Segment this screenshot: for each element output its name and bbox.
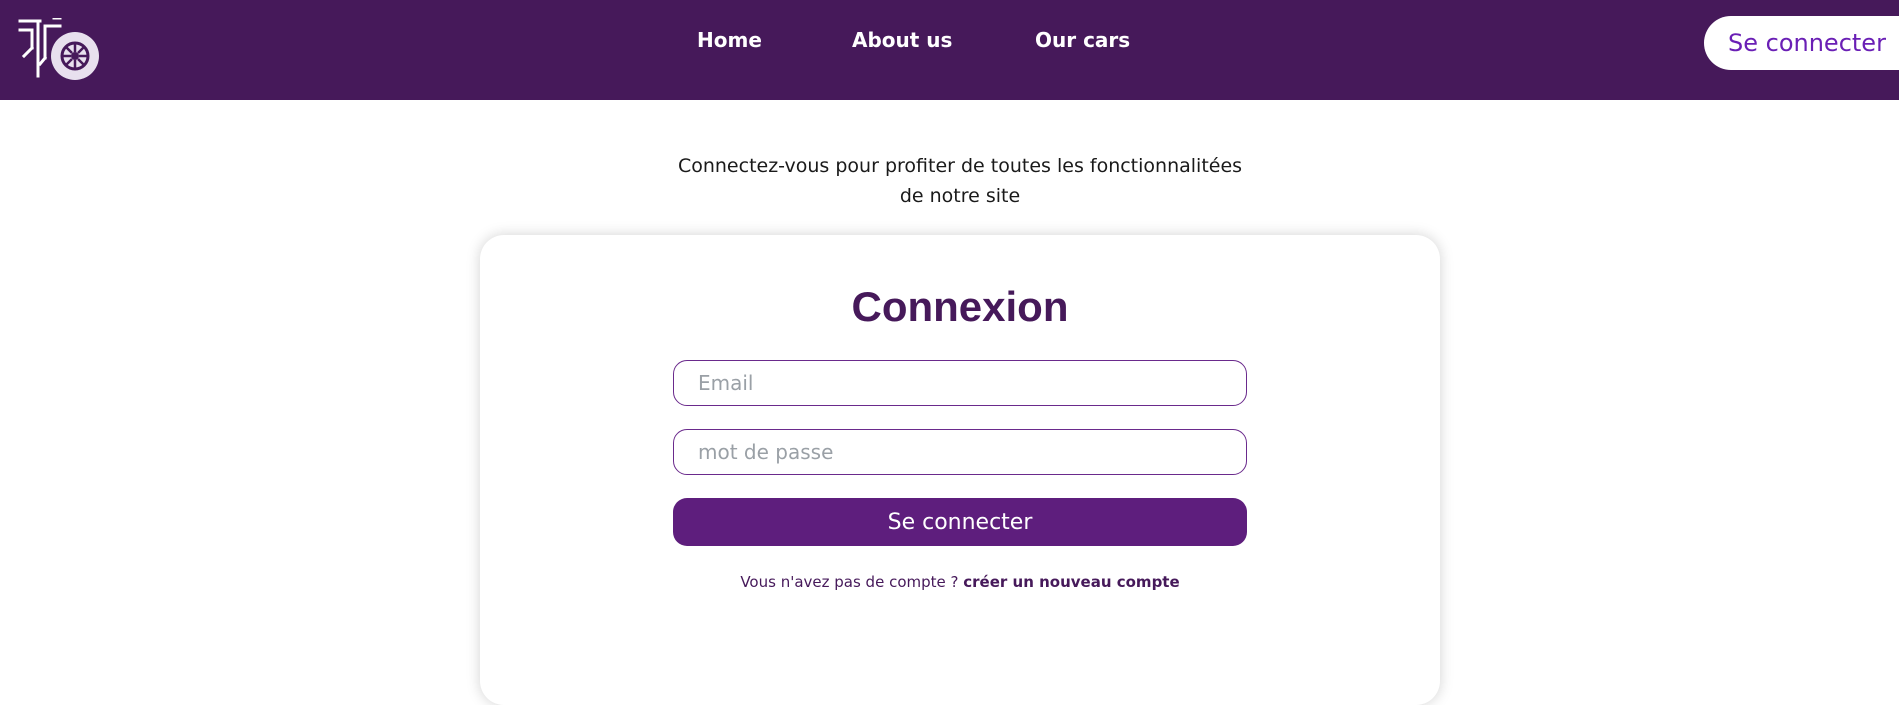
- intro-line-1: Connectez-vous pour profiter de toutes l…: [677, 155, 1243, 177]
- signup-prompt-text: Vous n'avez pas de compte ?: [740, 573, 959, 591]
- nav-link-about-us[interactable]: About us: [852, 28, 952, 52]
- signup-prompt: Vous n'avez pas de compte ? créer un nou…: [480, 573, 1440, 591]
- login-submit-button[interactable]: Se connecter: [673, 498, 1247, 546]
- intro-line-2: de notre site: [899, 185, 1021, 207]
- email-field[interactable]: [673, 360, 1247, 406]
- intro-text: Connectez-vous pour profiter de toutes l…: [660, 151, 1260, 211]
- login-card: Connexion Se connecter Vous n'avez pas d…: [480, 235, 1440, 705]
- nav-link-home[interactable]: Home: [697, 28, 762, 52]
- wheel-logo-icon[interactable]: [18, 16, 102, 82]
- create-account-link[interactable]: créer un nouveau compte: [963, 573, 1179, 591]
- nav-link-our-cars[interactable]: Our cars: [1035, 28, 1130, 52]
- header-login-button[interactable]: Se connecter: [1704, 16, 1899, 70]
- password-field[interactable]: [673, 429, 1247, 475]
- top-navbar: Home About us Our cars Se connecter: [0, 0, 1899, 100]
- login-title: Connexion: [851, 283, 1069, 330]
